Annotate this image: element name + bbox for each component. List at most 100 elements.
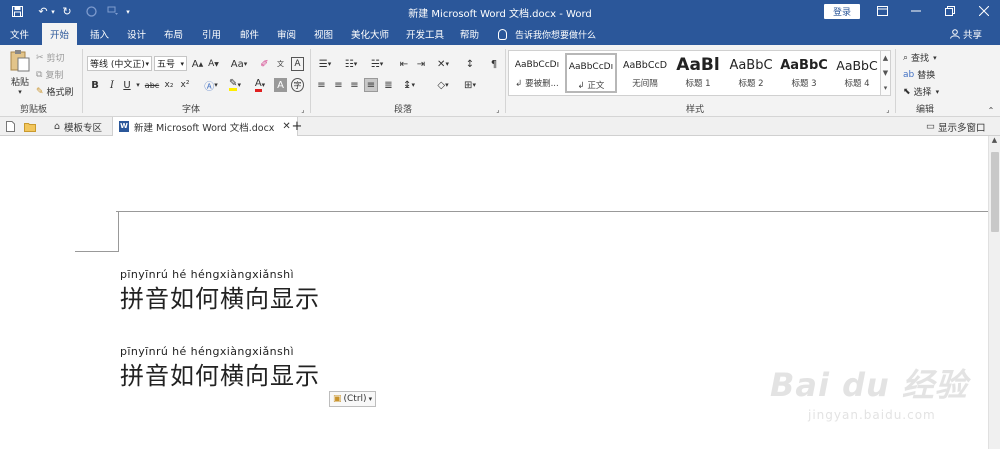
- tab-beautify[interactable]: 美化大师: [351, 23, 389, 45]
- show-marks-icon[interactable]: ¶: [487, 57, 501, 71]
- tell-me-search[interactable]: 告诉我你想要做什么: [498, 23, 596, 45]
- paste-options-button[interactable]: ▣ (Ctrl) ▾: [329, 391, 377, 407]
- line-spacing-icon[interactable]: ↨ ▾: [398, 78, 420, 92]
- superscript-icon[interactable]: x²: [178, 78, 192, 92]
- styles-scroll[interactable]: ▲ ▼ ▾: [880, 50, 891, 96]
- tab-mailings[interactable]: 邮件: [240, 23, 259, 45]
- paragraph-dialog-launcher-icon[interactable]: ⌟: [494, 103, 502, 117]
- tab-home[interactable]: 开始: [42, 23, 78, 45]
- replace-button[interactable]: ab 替换: [903, 68, 935, 82]
- multi-window-button[interactable]: ▭ 显示多窗口: [926, 117, 986, 136]
- tab-layout[interactable]: 布局: [164, 23, 183, 45]
- subscript-icon[interactable]: x₂: [162, 78, 176, 92]
- tab-insert[interactable]: 插入: [90, 23, 109, 45]
- sort-icon[interactable]: ↕: [463, 57, 477, 71]
- style-item-heading-4[interactable]: AaBbC 标题 4: [831, 53, 883, 93]
- decrease-indent-icon[interactable]: ⇤: [397, 57, 411, 71]
- new-doc-icon[interactable]: [6, 117, 20, 136]
- paragraph-group-label: 段落: [394, 105, 413, 115]
- borders-icon[interactable]: ⊞ ▾: [459, 78, 481, 92]
- italic-icon[interactable]: I: [106, 78, 118, 92]
- ribbon-display-icon[interactable]: [870, 2, 894, 20]
- document-tab[interactable]: W 新建 Microsoft Word 文档.docx ✕: [112, 117, 298, 136]
- multilevel-list-icon[interactable]: ☵ ▾: [366, 57, 388, 71]
- styles-dialog-launcher-icon[interactable]: ⌟: [884, 103, 892, 117]
- paste-button[interactable]: 粘贴 ▾: [8, 49, 32, 96]
- enclosed-char-icon[interactable]: 字: [291, 78, 304, 92]
- open-folder-icon[interactable]: [24, 117, 38, 136]
- vertical-scrollbar[interactable]: ▲: [988, 136, 1000, 449]
- chinese-text: 拼音如何横向显示: [120, 362, 320, 390]
- grow-font-icon[interactable]: A ▲: [191, 57, 204, 71]
- cursor-icon: ⬉: [903, 86, 911, 97]
- chevron-up-icon[interactable]: ▲: [883, 54, 888, 62]
- font-size-combo[interactable]: 五号 ▾: [154, 56, 187, 71]
- style-item-normal[interactable]: AaBbCcDı ↲ 正文: [565, 53, 617, 93]
- font-color-icon[interactable]: A ▾: [250, 78, 270, 92]
- template-tab[interactable]: ⌂ 模板专区: [48, 117, 108, 136]
- text-effects-icon[interactable]: Ⓐ ▾: [200, 78, 222, 93]
- share-button[interactable]: 共享: [950, 23, 982, 45]
- tab-design[interactable]: 设计: [127, 23, 146, 45]
- style-item-heading-3[interactable]: AaBbC 标题 3: [778, 53, 830, 93]
- justify-icon[interactable]: ≡: [364, 78, 378, 92]
- tab-file[interactable]: 文件: [10, 23, 29, 45]
- bold-icon[interactable]: B: [89, 78, 101, 92]
- bullets-icon[interactable]: ☰ ▾: [314, 57, 336, 71]
- font-dialog-launcher-icon[interactable]: ⌟: [299, 103, 307, 117]
- select-button[interactable]: ⬉ 选择 ▾: [903, 85, 939, 99]
- strikethrough-icon[interactable]: abc: [144, 78, 160, 92]
- new-tab-icon[interactable]: +: [290, 117, 304, 136]
- ribbon-tab-bar: 文件 开始 插入 设计 布局 引用 邮件 审阅 视图 美化大师 开发工具 帮助 …: [0, 23, 1000, 45]
- char-shading-icon[interactable]: A: [274, 78, 287, 92]
- copy-button[interactable]: ⧉ 复制: [36, 68, 63, 82]
- tab-view[interactable]: 视图: [314, 23, 333, 45]
- distributed-icon[interactable]: ≣: [382, 78, 395, 92]
- ruby-text-line[interactable]: pīnyīnrú hé héngxiàngxiǎnshì 拼音如何横向显示: [120, 268, 320, 314]
- underline-dropdown-icon[interactable]: ▾: [134, 78, 142, 92]
- minimize-icon[interactable]: [904, 2, 928, 20]
- tab-help[interactable]: 帮助: [460, 23, 479, 45]
- login-button[interactable]: 登录: [824, 4, 860, 19]
- font-group-label: 字体: [182, 105, 201, 115]
- char-border-icon[interactable]: A: [291, 57, 304, 71]
- page-margin-corner-v: [118, 211, 119, 251]
- find-button[interactable]: ⌕ 查找 ▾: [903, 51, 937, 65]
- clear-formatting-icon[interactable]: ✐: [258, 57, 271, 71]
- numbering-icon[interactable]: ☷ ▾: [340, 57, 362, 71]
- cut-button[interactable]: ✂ 剪切: [36, 51, 65, 65]
- scroll-up-icon[interactable]: ▲: [989, 136, 1000, 148]
- collapse-ribbon-icon[interactable]: ⌃: [986, 103, 996, 117]
- highlight-icon[interactable]: ✎ ▾: [225, 78, 245, 92]
- style-item-no-spacing[interactable]: AaBbCcD 无间隔: [619, 53, 671, 93]
- more-styles-icon[interactable]: ▾: [884, 84, 888, 92]
- phonetic-guide-icon[interactable]: 文: [274, 57, 287, 71]
- shrink-font-icon[interactable]: A ▼: [207, 57, 220, 71]
- editing-group-label: 编辑: [916, 105, 935, 115]
- magnifier-icon: ⌕: [903, 52, 909, 63]
- tell-me-label: 告诉我你想要做什么: [515, 30, 597, 41]
- align-right-icon[interactable]: ≡: [348, 78, 361, 92]
- tab-references[interactable]: 引用: [202, 23, 221, 45]
- underline-icon[interactable]: U: [121, 78, 133, 92]
- restore-icon[interactable]: [938, 2, 962, 20]
- chinese-layout-icon[interactable]: ✕ ▾: [432, 57, 454, 71]
- style-item-heading-2[interactable]: AaBbC 标题 2: [725, 53, 777, 93]
- style-item[interactable]: AaBbCcDı ↲ 要被删...: [511, 53, 563, 93]
- align-center-icon[interactable]: ≡: [332, 78, 345, 92]
- font-name-combo[interactable]: 等线 (中文正) ▾: [87, 56, 152, 71]
- increase-indent-icon[interactable]: ⇥: [414, 57, 428, 71]
- tab-review[interactable]: 审阅: [277, 23, 296, 45]
- chevron-down-icon[interactable]: ▼: [883, 69, 888, 77]
- baidu-watermark: Bai du 经验 jingyan.baidu.com: [770, 360, 968, 422]
- shading-icon[interactable]: ◇ ▾: [432, 78, 454, 92]
- change-case-icon[interactable]: Aa ▾: [228, 57, 250, 71]
- close-icon[interactable]: [972, 2, 996, 20]
- style-item-heading-1[interactable]: AaBl 标题 1: [672, 53, 724, 93]
- ruby-text-line[interactable]: pīnyīnrú hé héngxiàngxiǎnshì 拼音如何横向显示: [120, 345, 320, 391]
- align-left-icon[interactable]: ≡: [315, 78, 328, 92]
- scroll-thumb[interactable]: [991, 152, 999, 232]
- tab-developer[interactable]: 开发工具: [406, 23, 444, 45]
- format-painter-button[interactable]: ✎ 格式刷: [36, 85, 74, 99]
- home-icon: ⌂: [54, 121, 61, 132]
